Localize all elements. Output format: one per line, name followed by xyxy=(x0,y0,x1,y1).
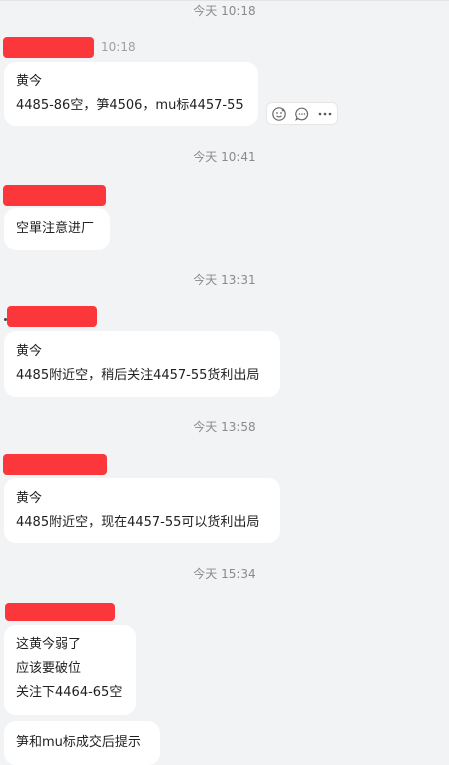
timestamp-divider: 今天 13:31 xyxy=(193,273,256,287)
redacted-sender-name xyxy=(5,603,115,621)
timestamp-divider: 今天 13:58 xyxy=(193,420,256,434)
message-time: 10:18 xyxy=(101,40,136,54)
message-line: 应该要破位 xyxy=(16,661,82,676)
message-line: 空單注意进厂 xyxy=(16,221,95,236)
redacted-sender-name xyxy=(3,37,94,58)
message-line: 关注下4464-65空 xyxy=(16,685,123,700)
message-bubble[interactable]: 空單注意进厂 xyxy=(4,208,110,250)
message-line: 这黄今弱了 xyxy=(16,637,82,652)
message-bubble[interactable]: 笋和mu标成交后提示 xyxy=(4,721,160,765)
message-line: 黄今 xyxy=(16,344,43,359)
redacted-sender-name xyxy=(7,306,97,327)
message-line: 黄今 xyxy=(16,491,43,506)
timestamp-divider: 今天 15:34 xyxy=(193,567,256,581)
message-bubble[interactable]: 黄今 4485-86空，笋4506，mu标4457-55 xyxy=(4,62,258,126)
message-line: 4485附近空，现在4457-55可以货利出局 xyxy=(16,515,260,530)
reaction-icon[interactable] xyxy=(270,105,288,123)
message-bubble[interactable]: 这黄今弱了 应该要破位 关注下4464-65空 xyxy=(4,625,136,715)
timestamp-divider: 今天 10:41 xyxy=(193,150,256,164)
redacted-sender-name xyxy=(3,454,107,475)
more-icon[interactable] xyxy=(316,105,334,123)
message-action-bar xyxy=(266,102,338,125)
redacted-sender-name xyxy=(3,185,106,206)
message-line: 黄今 xyxy=(16,74,43,89)
message-line: 笋和mu标成交后提示 xyxy=(16,735,141,750)
message-bubble[interactable]: 黄今 4485附近空，稍后关注4457-55货利出局 xyxy=(4,331,280,397)
comment-icon[interactable] xyxy=(293,105,311,123)
top-divider xyxy=(0,0,449,1)
timestamp-divider: 今天 10:18 xyxy=(193,4,256,18)
message-bubble[interactable]: 黄今 4485附近空，现在4457-55可以货利出局 xyxy=(4,478,280,543)
message-line: 4485附近空，稍后关注4457-55货利出局 xyxy=(16,368,260,383)
message-line: 4485-86空，笋4506，mu标4457-55 xyxy=(16,98,244,113)
